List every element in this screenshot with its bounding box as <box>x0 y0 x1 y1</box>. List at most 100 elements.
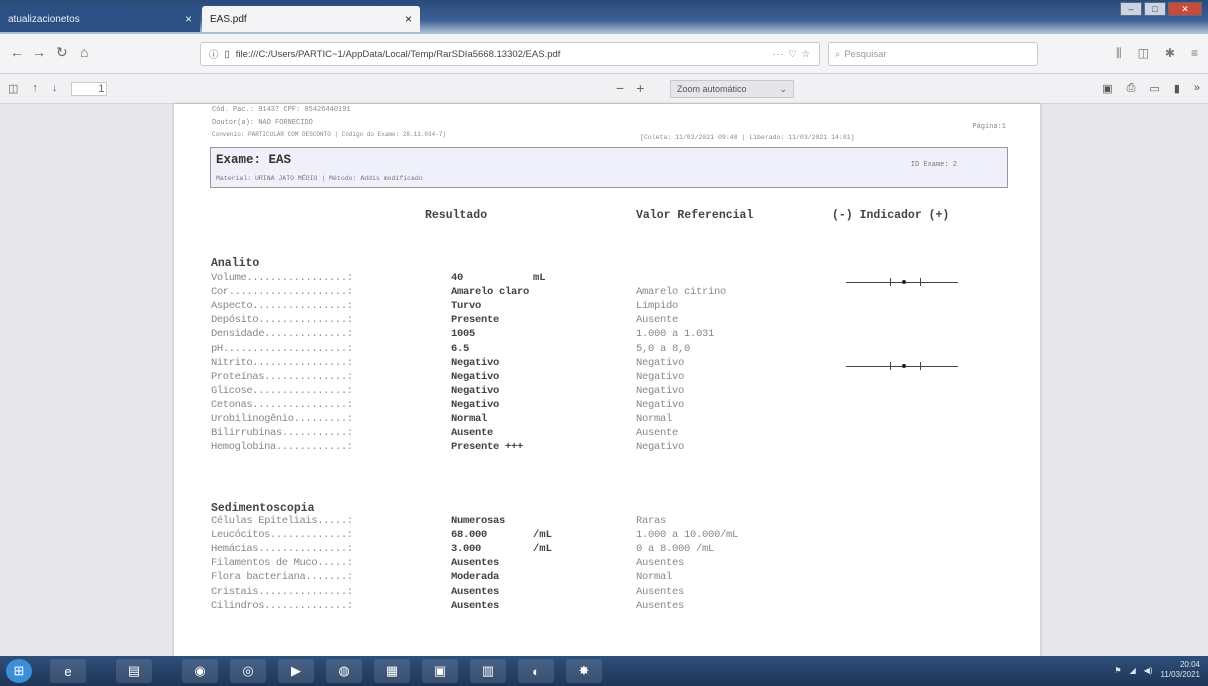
address-bar[interactable]: ⓘ ▯ file:///C:/Users/PARTIC~1/AppData/Lo… <box>200 42 820 66</box>
zoom-in-icon[interactable]: + <box>636 80 644 96</box>
browser-tab[interactable]: atualizacionetos × <box>0 6 200 32</box>
firefox-icon[interactable]: ◎ <box>230 659 266 683</box>
next-page-icon[interactable]: ↓ <box>52 82 58 96</box>
result-value: Numerosas <box>451 515 506 527</box>
app-icon[interactable]: ▦ <box>374 659 410 683</box>
result-value: Ausentes <box>451 585 500 598</box>
zoom-select[interactable]: Zoom automático ⌄ <box>670 80 794 98</box>
exam-material: Material: URINA JATO MÉDIO | Método: Add… <box>216 175 423 182</box>
result-value: Amarelo claro <box>451 286 530 299</box>
app-icon[interactable]: ▣ <box>422 659 458 683</box>
analyte-name: Cilindros..............: <box>211 599 353 612</box>
media-player-icon[interactable]: ▶ <box>278 659 314 683</box>
page-actions-icon[interactable]: ··· ♡ ☆ <box>772 49 819 60</box>
forward-icon[interactable]: → <box>32 44 46 60</box>
analyte-name: Aspecto................: <box>211 300 353 313</box>
browser-tab-active[interactable]: EAS.pdf × <box>202 6 420 32</box>
search-icon: ⌕ <box>835 48 841 60</box>
result-value: Negativo <box>451 370 500 383</box>
extension-icon[interactable]: ✱ <box>1165 46 1175 61</box>
analyte-name: Filamentos de Muco.....: <box>211 557 353 570</box>
column-header-reference: Valor Referencial <box>636 209 754 222</box>
section-title-analito: Analito <box>211 257 260 270</box>
column-header-indicator: (-) Indicador (+) <box>832 209 950 222</box>
result-value: Presente <box>451 314 500 327</box>
url-text: file:///C:/Users/PARTIC~1/AppData/Local/… <box>235 48 561 60</box>
presentation-icon[interactable]: ▣ <box>1102 82 1112 95</box>
app-icon[interactable]: ✸ <box>566 659 602 683</box>
chrome-icon[interactable]: ◉ <box>182 659 218 683</box>
sidebar-toggle-icon[interactable]: ◫ <box>8 82 18 96</box>
reference-value: 0 a 8.000 /mL <box>636 543 715 556</box>
reference-value: 1.000 a 1.031 <box>636 328 715 341</box>
library-icon[interactable]: ⫼ <box>1116 46 1122 61</box>
result-value: Negativo <box>451 398 500 411</box>
save-icon[interactable]: ▭ <box>1149 82 1159 95</box>
reference-value: Negativo <box>636 356 685 369</box>
reference-value: Ausente <box>636 314 679 327</box>
window-controls: – □ ✕ <box>1120 2 1202 16</box>
patient-code: Cód. Pac.: 91437 CPF: 05426440191 <box>212 106 351 114</box>
internet-explorer-icon[interactable]: e <box>50 659 86 683</box>
doctor-line: Doutor(a): NAO FORNECIDO <box>212 119 313 127</box>
result-value: Moderada <box>451 571 500 584</box>
reference-value: Ausentes <box>636 599 685 612</box>
sidebar-icon[interactable]: ◫ <box>1138 46 1149 61</box>
app-icon[interactable]: ◍ <box>326 659 362 683</box>
section-title-sedimentoscopia: Sedimentoscopia <box>211 502 315 515</box>
reference-value: Normal <box>636 571 673 584</box>
info-icon[interactable]: ⓘ <box>209 47 219 61</box>
zoom-out-icon[interactable]: − <box>616 80 624 96</box>
exam-id: ID Exame: 2 <box>910 161 957 169</box>
pdf-viewer[interactable]: Cód. Pac.: 91437 CPF: 05426440191 Doutor… <box>0 104 1208 656</box>
reference-value: Ausente <box>636 427 679 440</box>
convenio-line: Convenio: PARTICULAR COM DESCONTO | Códi… <box>212 131 447 138</box>
reference-value: Normal <box>636 413 673 425</box>
reference-value: Amarelo citrino <box>636 286 727 299</box>
close-window-icon[interactable]: ✕ <box>1168 2 1202 16</box>
exam-title: Exame: EAS <box>216 153 292 167</box>
volume-indicator <box>846 276 958 288</box>
bookmark-icon[interactable]: ▮ <box>1174 82 1180 95</box>
analyte-name: Volume.................: <box>211 272 353 284</box>
result-value: Ausentes <box>451 557 500 570</box>
start-button[interactable]: ⊞ <box>6 659 32 683</box>
app-icon[interactable]: ◐ <box>518 659 554 683</box>
home-icon[interactable]: ⌂ <box>80 44 88 60</box>
page-number-input[interactable]: 1 <box>71 82 108 96</box>
tools-icon[interactable]: » <box>1194 82 1200 95</box>
result-unit: /mL <box>533 543 552 556</box>
clock[interactable]: 20:04 11/03/2021 <box>1161 660 1200 680</box>
reference-value: Negativo <box>636 384 685 397</box>
volume-icon[interactable]: ◀) <box>1144 666 1153 675</box>
back-icon[interactable]: ← <box>10 44 24 60</box>
menu-icon[interactable]: ≡ <box>1191 46 1198 61</box>
search-input[interactable]: ⌕ Pesquisar <box>828 42 1038 66</box>
analyte-name: Hemácias...............: <box>211 543 353 556</box>
reference-value: Límpido <box>636 300 679 313</box>
close-tab-icon[interactable]: × <box>405 12 412 26</box>
reload-icon[interactable]: ↻ <box>56 44 68 61</box>
result-value: 68.000 <box>451 529 488 542</box>
analyte-name: Densidade..............: <box>211 328 353 341</box>
analyte-name: Células Epiteliais.....: <box>211 515 353 527</box>
result-value: Normal <box>451 413 488 425</box>
result-value: 40 <box>451 272 464 284</box>
minimize-icon[interactable]: – <box>1120 2 1142 16</box>
file-explorer-icon[interactable]: ▤ <box>116 659 152 683</box>
result-value: Negativo <box>451 384 500 397</box>
toolbar-right: ⫼ ◫ ✱ ≡ <box>1116 46 1198 61</box>
reference-value: 5,0 a 8,0 <box>636 342 691 355</box>
flag-icon[interactable]: ⚑ <box>1114 666 1121 675</box>
result-unit: /mL <box>533 529 552 542</box>
print-icon[interactable]: ⎙ <box>1127 82 1136 95</box>
file-icon: ▯ <box>224 48 230 60</box>
prev-page-icon[interactable]: ↑ <box>32 82 38 96</box>
app-icon[interactable]: ▥ <box>470 659 506 683</box>
chevron-down-icon: ⌄ <box>779 83 787 94</box>
maximize-icon[interactable]: □ <box>1144 2 1166 16</box>
network-icon[interactable]: ◢ <box>1130 666 1136 675</box>
page-indicator: Página:1 <box>972 123 1006 131</box>
close-tab-icon[interactable]: × <box>185 12 192 26</box>
column-header-result: Resultado <box>425 209 488 222</box>
